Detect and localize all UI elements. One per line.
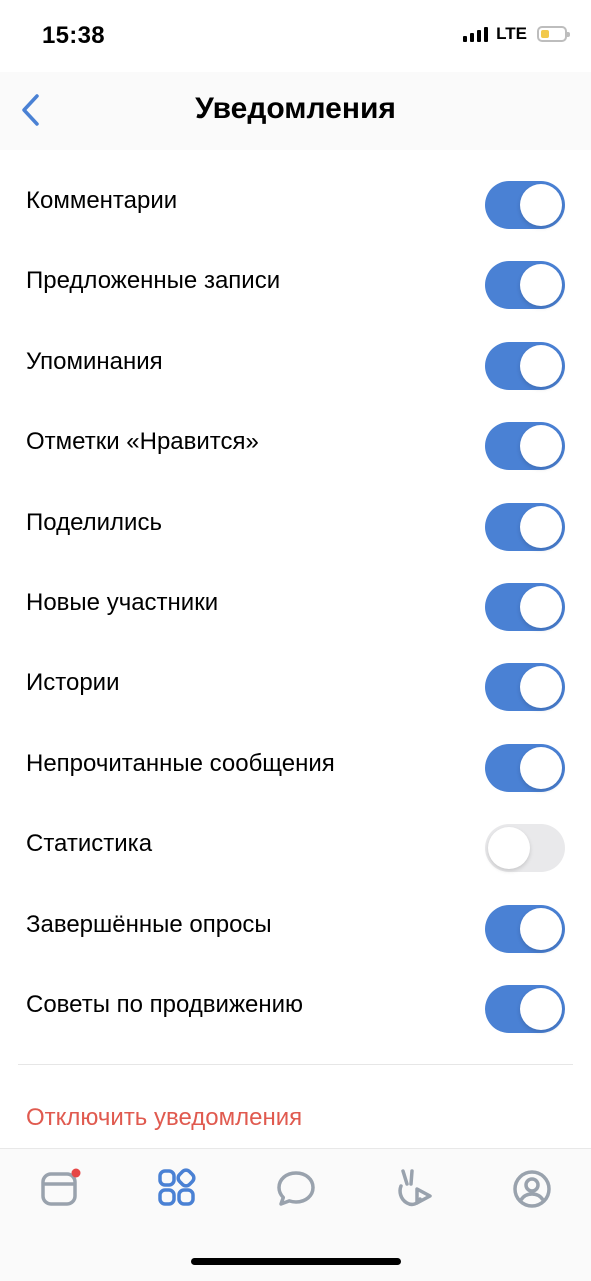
divider [18,1064,573,1065]
setting-row: Поделились [0,483,591,563]
toggle-knob [520,666,562,709]
setting-label: Новые участники [26,588,219,616]
profile-icon [513,1170,551,1208]
setting-label: Поделились [26,508,162,536]
toggle-switch[interactable] [485,984,565,1033]
toggle-switch[interactable] [485,181,565,229]
tab-profile[interactable] [510,1167,554,1211]
setting-row: Непрочитанные сообщения [0,724,591,804]
setting-label: Предложенные записи [26,267,281,295]
toggle-knob [520,907,562,950]
toggle-knob [520,505,562,548]
setting-row: Отметки «Нравится» [0,402,591,482]
setting-label: Непрочитанные сообщения [26,749,335,777]
setting-row: Новые участники [0,563,591,643]
setting-row: Комментарии [0,161,591,241]
setting-row: Статистика [0,804,591,884]
toggle-switch[interactable] [485,422,565,471]
setting-label: Упоминания [26,347,163,375]
setting-label: Статистика [26,830,153,858]
setting-row: Завершённые опросы [0,885,591,965]
toggle-knob [520,184,562,226]
toggle-knob [520,746,562,789]
setting-row: Предложенные записи [0,241,591,321]
status-bar: 15:38 LTE [0,0,591,72]
battery-icon [537,26,570,42]
setting-row: Советы по продвижению [0,965,591,1045]
status-time: 15:38 [42,22,105,49]
setting-label: Комментарии [26,187,178,214]
toggle-switch[interactable] [485,824,565,873]
toggle-switch[interactable] [485,743,565,792]
settings-list: Комментарии Предложенные записи Упоминания… [0,161,591,1045]
tab-news[interactable] [38,1167,82,1211]
toggle-switch[interactable] [485,582,565,631]
nav-header: Уведомления [0,72,591,150]
tab-messages[interactable] [274,1167,318,1211]
tab-services[interactable] [156,1167,200,1211]
setting-row: Упоминания [0,322,591,402]
toggle-switch[interactable] [485,904,565,953]
status-indicators: LTE [463,24,570,44]
page-title: Уведомления [195,92,396,125]
disable-notifications-link[interactable]: Отключить уведомления [26,1104,302,1132]
toggle-knob [520,987,562,1030]
home-indicator [191,1258,401,1265]
toggle-switch[interactable] [485,502,565,551]
setting-label: Завершённые опросы [26,910,272,938]
toggle-switch[interactable] [485,341,565,390]
signal-icon [463,26,489,42]
toggle-knob [520,425,562,468]
toggle-knob [520,264,562,307]
toggle-switch[interactable] [485,663,565,712]
setting-label: Истории [26,669,120,697]
toggle-knob [520,585,562,628]
setting-label: Отметки «Нравится» [26,428,259,456]
tab-clips[interactable] [392,1167,436,1211]
messages-icon [277,1171,315,1206]
toggle-knob [520,344,562,387]
setting-row: Истории [0,643,591,723]
notification-badge [71,1168,81,1178]
network-type: LTE [496,24,527,43]
toggle-switch[interactable] [485,261,565,310]
services-icon [158,1168,196,1206]
news-icon [41,1168,81,1206]
clips-icon [398,1169,432,1207]
toggle-knob [488,827,530,870]
setting-label: Советы по продвижению [26,990,304,1018]
